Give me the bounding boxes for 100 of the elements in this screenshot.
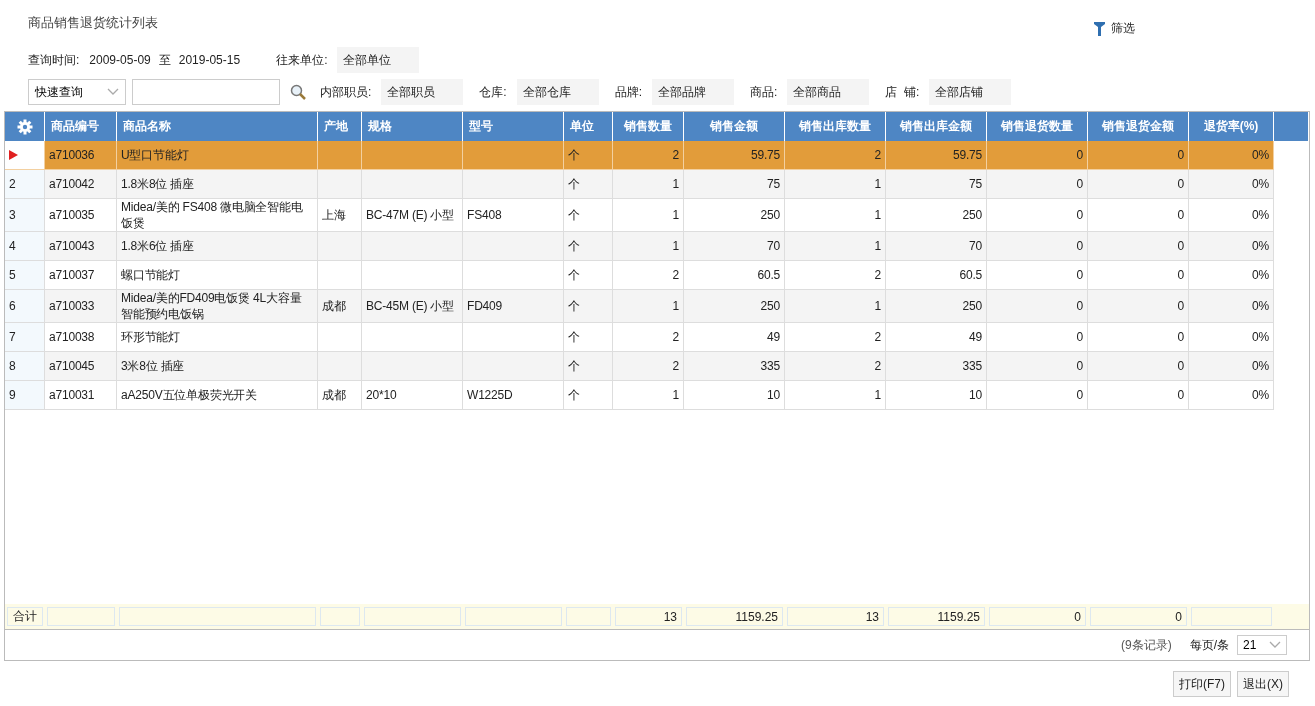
column-header[interactable]: 销售退货金额 [1088,112,1189,141]
chevron-down-icon [1269,641,1281,649]
table-cell: 59.75 [886,141,987,170]
action-button[interactable]: 打印(F7) [1173,671,1231,697]
table-cell: FD409 [463,290,564,323]
table-cell: 0 [987,232,1088,261]
per-page-label: 每页/条 [1189,636,1229,654]
table-cell: 个 [564,141,613,170]
column-header[interactable]: 单位 [564,112,613,141]
column-header[interactable]: 销售数量 [613,112,684,141]
table-cell: 2 [785,352,886,381]
table-cell: 1 [613,232,684,261]
table-cell: 0% [1189,170,1274,199]
per-page-dropdown[interactable]: 21 [1237,635,1287,655]
row-indicator[interactable]: 7 [5,323,45,352]
filter-field[interactable]: 全部职员 [381,79,464,105]
row-indicator[interactable]: 3 [5,199,45,232]
table-cell: 0 [1088,381,1189,410]
totals-cell: 1159.25 [888,607,985,626]
table-cell: 59.75 [684,141,785,170]
table-cell: 个 [564,352,613,381]
table-cell: 0 [987,352,1088,381]
quick-search-dropdown[interactable]: 快速查询 [28,79,126,105]
totals-cell: 0 [989,607,1086,626]
field-label: 往来单位: [276,51,328,69]
header-filler [1274,112,1309,141]
column-header[interactable]: 销售出库数量 [785,112,886,141]
filter-field[interactable]: 全部品牌 [652,79,735,105]
column-header[interactable]: 销售金额 [684,112,785,141]
action-button[interactable]: 退出(X) [1237,671,1289,697]
table-cell: BC-45M (E) 小型 [362,290,463,323]
table-cell: 70 [684,232,785,261]
row-indicator[interactable]: 5 [5,261,45,290]
table-cell: 1 [613,170,684,199]
table-cell: 0% [1189,290,1274,323]
totals-cell [566,607,611,626]
filter-field[interactable]: 全部店铺 [929,79,1012,105]
table-cell: a710043 [45,232,117,261]
column-header[interactable]: 型号 [463,112,564,141]
row-indicator[interactable]: 8 [5,352,45,381]
table-cell: 75 [886,170,987,199]
filter-button[interactable]: 筛选 [1094,16,1135,41]
settings-icon[interactable] [16,118,33,135]
table-cell: 成都 [318,381,362,410]
column-header[interactable]: 商品名称 [117,112,318,141]
record-count: (9条记录) [1121,636,1172,654]
table-cell: 250 [886,290,987,323]
column-header[interactable]: 退货率(%) [1189,112,1274,141]
table-cell [318,170,362,199]
table-cell: 1 [785,232,886,261]
search-icon[interactable] [290,84,306,100]
column-header[interactable]: 商品编号 [45,112,117,141]
table-cell: 10 [886,381,987,410]
filter-field[interactable]: 全部商品 [787,79,870,105]
table-cell: 个 [564,232,613,261]
row-indicator[interactable]: 6 [5,290,45,323]
field-label: 品牌: [614,83,643,101]
totals-cell [320,607,360,626]
table-cell: 0 [1088,290,1189,323]
table-cell: 2 [613,141,684,170]
table-cell: 75 [684,170,785,199]
totals-cell: 1159.25 [686,607,783,626]
column-header[interactable]: 产地 [318,112,362,141]
column-header[interactable]: 销售出库金额 [886,112,987,141]
partner-field[interactable]: 全部单位 [337,47,420,73]
table-cell: 1 [613,290,684,323]
table-cell [318,141,362,170]
field-label: 商品: [750,83,778,101]
row-indicator[interactable] [5,141,45,170]
filter-field[interactable]: 全部仓库 [516,79,599,105]
table-cell: 250 [684,290,785,323]
date-separator: 至 [158,51,171,69]
field-label: 内部职员: [320,83,372,101]
totals-cell: 0 [1090,607,1187,626]
column-header[interactable]: 销售退货数量 [987,112,1088,141]
totals-label: 合计 [7,607,43,626]
table-cell: 0 [987,170,1088,199]
table-cell: a710045 [45,352,117,381]
table-cell: 成都 [318,290,362,323]
table-cell: 1 [785,381,886,410]
date-to: 2019-05-15 [178,53,241,67]
table-cell: 1 [785,170,886,199]
column-header[interactable]: 规格 [362,112,463,141]
table-cell: 2 [785,141,886,170]
search-field[interactable] [132,79,280,105]
field-label: 仓库: [479,83,507,101]
table-cell [318,352,362,381]
page-title: 商品销售退货统计列表 [28,14,158,32]
table-cell: W1225D [463,381,564,410]
row-indicator[interactable]: 2 [5,170,45,199]
table-cell: 10 [684,381,785,410]
row-indicator[interactable]: 9 [5,381,45,410]
chevron-down-icon [107,88,119,96]
table-cell: U型口节能灯 [117,141,318,170]
row-indicator[interactable]: 4 [5,232,45,261]
table-cell: 1 [613,381,684,410]
table-cell: 3米8位 插座 [117,352,318,381]
settings-header[interactable] [5,112,45,141]
table-cell: 0 [1088,141,1189,170]
table-cell: 1 [785,290,886,323]
